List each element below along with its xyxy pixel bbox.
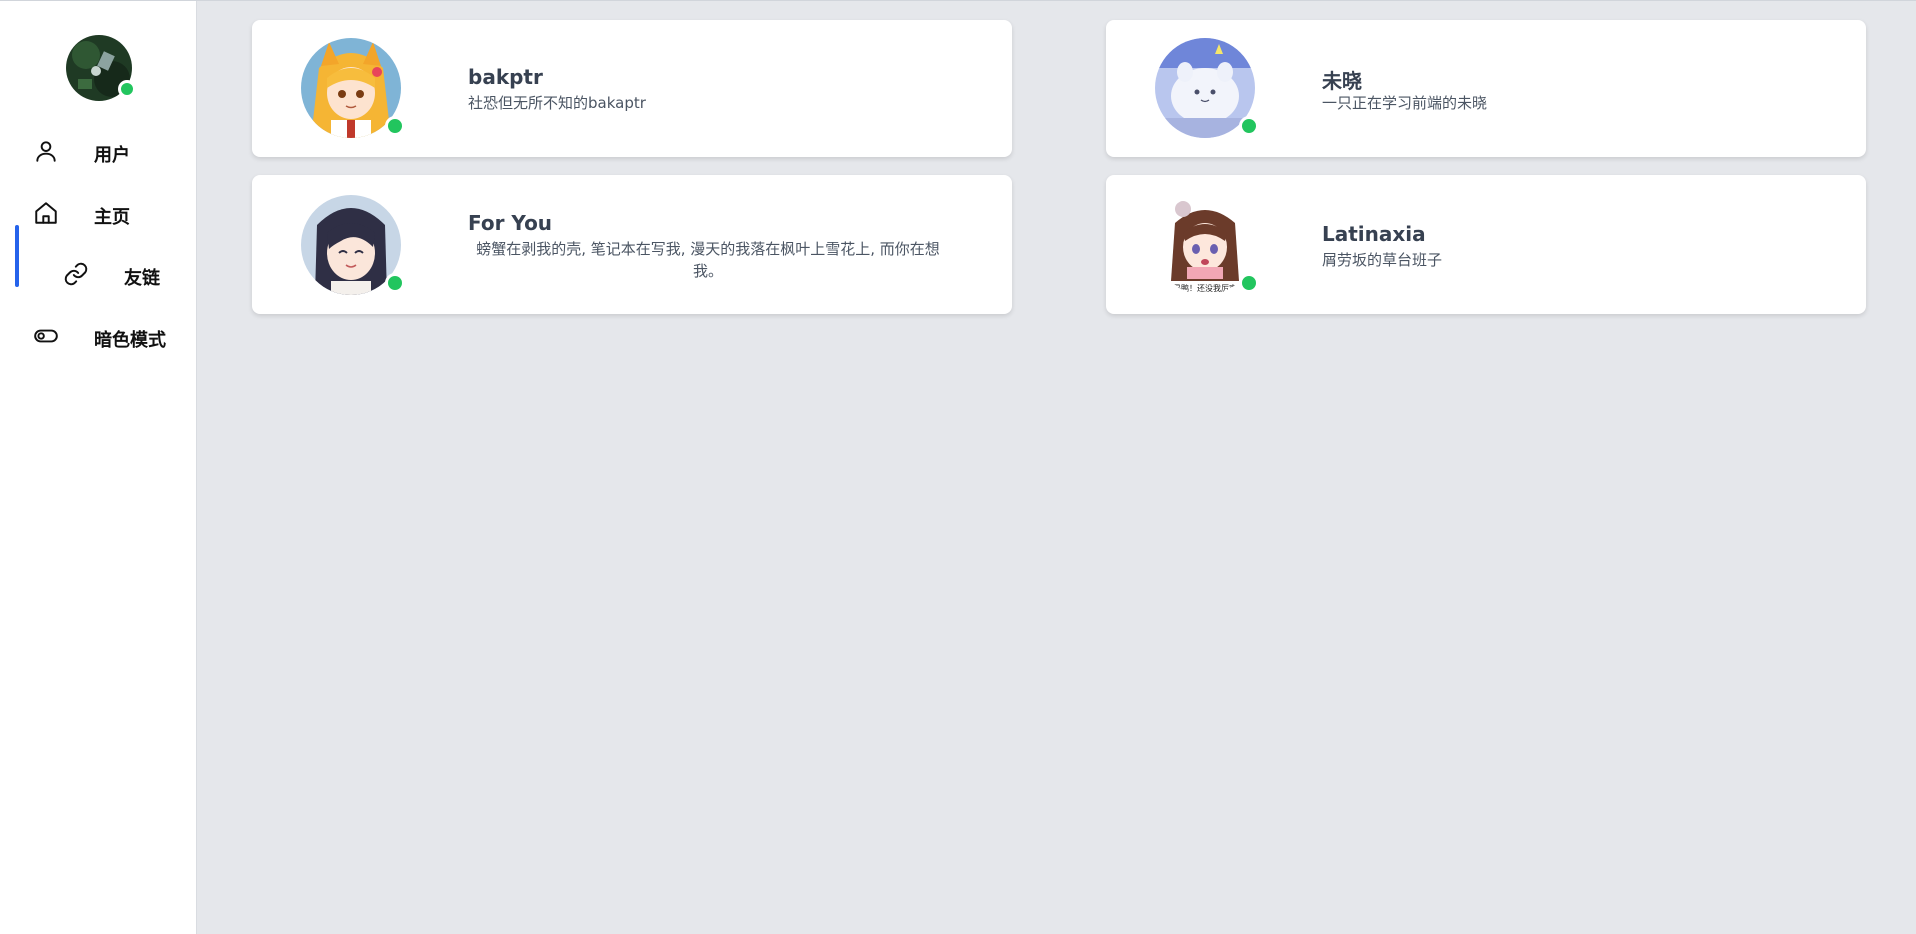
- online-status-dot: [385, 116, 405, 136]
- friend-name: bakptr: [468, 65, 543, 89]
- friend-avatar: 是鸭！还没我厉害: [1155, 195, 1259, 295]
- sidebar-item-label: 友链: [124, 268, 160, 289]
- friend-name: Latinaxia: [1322, 222, 1426, 246]
- sidebar-item-label: 用户: [94, 145, 130, 166]
- friend-card[interactable]: bakptr 社恐但无所不知的bakaptr: [252, 20, 1012, 157]
- online-status-dot: [1239, 116, 1259, 136]
- friend-avatar: [301, 195, 405, 295]
- avatar-caption: 是鸭！还没我厉害: [1173, 283, 1237, 293]
- online-status-dot: [1239, 273, 1259, 293]
- friend-card[interactable]: 未晓 一只正在学习前端的未晓: [1106, 20, 1866, 157]
- friend-description: 屑劳坂的草台班子: [1322, 251, 1443, 269]
- sidebar-item-label: 主页: [94, 207, 130, 228]
- sidebar-avatar[interactable]: [66, 35, 136, 101]
- friend-avatar: [1155, 38, 1259, 138]
- friend-description: 螃蟹在剥我的壳, 笔记本在写我, 漫天的我落在枫叶上雪花上, 而你在想我。: [476, 240, 940, 280]
- home-icon: [35, 202, 57, 224]
- friend-name: 未晓: [1322, 69, 1362, 93]
- friend-avatar: [301, 38, 405, 138]
- online-status-dot: [385, 273, 405, 293]
- sidebar-item-label: 暗色模式: [94, 330, 166, 351]
- toggle-icon: [34, 329, 58, 343]
- friend-description: 一只正在学习前端的未晓: [1322, 94, 1488, 112]
- user-icon: [36, 141, 56, 162]
- sidebar-item-user[interactable]: 用户: [0, 129, 197, 173]
- sidebar-item-friends[interactable]: 友链: [0, 252, 197, 296]
- friend-name: For You: [468, 211, 553, 235]
- friend-card[interactable]: For You 螃蟹在剥我的壳, 笔记本在写我, 漫天的我落在枫叶上雪花上, 而…: [252, 175, 1012, 314]
- online-status-dot: [118, 80, 136, 98]
- sidebar-item-dark-mode[interactable]: 暗色模式: [0, 314, 197, 358]
- sidebar-item-home[interactable]: 主页: [0, 191, 197, 235]
- top-border: [0, 0, 1916, 1]
- link-icon: [64, 262, 88, 286]
- sidebar: 用户 主页 友链 暗色模式: [0, 1, 197, 934]
- friend-card[interactable]: 是鸭！还没我厉害 Latinaxia 屑劳坂的草台班子: [1106, 175, 1866, 314]
- friend-description: 社恐但无所不知的bakaptr: [468, 94, 646, 112]
